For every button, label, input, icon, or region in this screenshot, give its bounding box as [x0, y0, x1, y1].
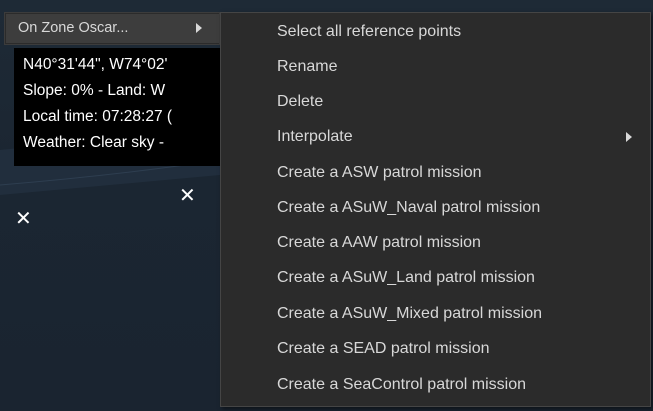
menu-item-label: Create a ASuW_Naval patrol mission	[277, 199, 541, 216]
menu-item-create-sead-patrol[interactable]: Create a SEAD patrol mission	[221, 332, 650, 366]
menu-item-label: Create a ASuW_Land patrol mission	[277, 269, 535, 286]
menu-item-label: Rename	[277, 58, 338, 75]
menu-item-create-asw-patrol[interactable]: Create a ASW patrol mission	[221, 156, 650, 190]
menu-item-rename[interactable]: Rename	[221, 50, 650, 84]
menu-item-delete[interactable]: Delete	[221, 85, 650, 119]
reference-point-marker-icon[interactable]: ✕	[179, 185, 196, 205]
menu-item-create-aaw-patrol[interactable]: Create a AAW patrol mission	[221, 226, 650, 260]
coordinates-text: N40°31'44", W74°02'	[23, 56, 168, 73]
menu-item-label: On Zone Oscar...	[18, 20, 129, 36]
menu-item-label: Delete	[277, 93, 324, 110]
zone-submenu: Select all reference points Rename Delet…	[220, 12, 651, 407]
menu-item-label: Create a SeaControl patrol mission	[277, 376, 527, 393]
weather-text: Weather: Clear sky -	[23, 134, 164, 151]
slope-land-text: Slope: 0% - Land: W	[23, 82, 166, 99]
menu-item-label: Select all reference points	[277, 23, 462, 40]
menu-item-select-all-reference-points[interactable]: Select all reference points	[221, 15, 650, 49]
menu-item-create-asuw-land-patrol[interactable]: Create a ASuW_Land patrol mission	[221, 261, 650, 295]
chevron-right-icon	[196, 23, 202, 33]
menu-item-label: Create a ASuW_Mixed patrol mission	[277, 305, 542, 322]
menu-item-create-asuw-mixed-patrol[interactable]: Create a ASuW_Mixed patrol mission	[221, 297, 650, 331]
menu-item-label: Interpolate	[277, 128, 353, 145]
menu-item-interpolate[interactable]: Interpolate	[221, 120, 650, 154]
menu-item-on-zone[interactable]: On Zone Oscar...	[6, 14, 219, 43]
menu-item-create-seacontrol-patrol[interactable]: Create a SeaControl patrol mission	[221, 368, 650, 402]
local-time-text: Local time: 07:28:27 (	[23, 108, 173, 125]
menu-item-label: Create a SEAD patrol mission	[277, 340, 490, 357]
menu-item-create-asuw-naval-patrol[interactable]: Create a ASuW_Naval patrol mission	[221, 191, 650, 225]
menu-item-label: Create a AAW patrol mission	[277, 234, 481, 251]
context-menu: On Zone Oscar...	[4, 12, 220, 45]
chevron-right-icon	[626, 132, 632, 142]
menu-item-label: Create a ASW patrol mission	[277, 164, 482, 181]
reference-point-marker-icon[interactable]: ✕	[15, 208, 32, 228]
location-info-panel: N40°31'44", W74°02' Slope: 0% - Land: W …	[14, 48, 220, 166]
